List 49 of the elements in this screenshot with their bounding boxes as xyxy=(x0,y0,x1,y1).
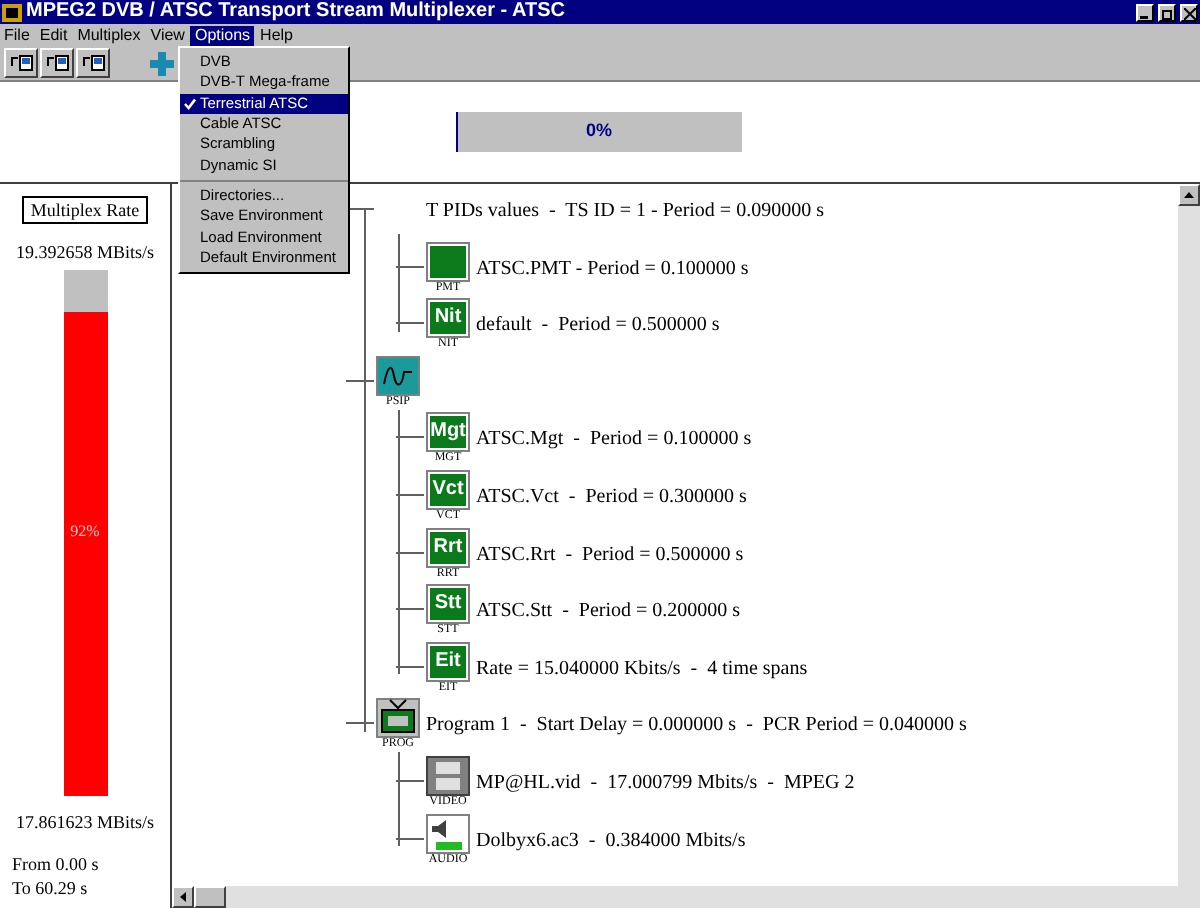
close-icon xyxy=(1183,7,1195,19)
speaker-icon[interactable] xyxy=(426,813,470,854)
tree-node-label[interactable]: T PIDs values - TS ID = 1 - Period = 0.090000 s xyxy=(426,196,824,226)
check-icon xyxy=(184,97,196,110)
minimize-button[interactable] xyxy=(1136,3,1154,21)
panel-title: Multiplex Rate xyxy=(22,196,148,224)
scroll-up-icon[interactable] xyxy=(1178,184,1200,206)
menu-item[interactable]: Help xyxy=(256,25,297,45)
tree-node-label[interactable]: default - Period = 0.500000 s xyxy=(476,310,720,341)
tree-node-label[interactable]: ATSC.Mgt - Period = 0.100000 s xyxy=(476,424,752,455)
film-icon[interactable] xyxy=(426,755,470,796)
tree-node-label[interactable]: Dolbyx6.ac3 - 0.384000 Mbits/s xyxy=(476,825,746,856)
menu-item[interactable]: Multiplex xyxy=(73,25,145,45)
scroll-left-icon[interactable] xyxy=(172,886,194,908)
tree-node-label[interactable]: ATSC.Rrt - Period = 0.500000 s xyxy=(476,539,744,570)
tree-node-label[interactable]: ATSC.PMT - Period = 0.100000 s xyxy=(476,253,749,284)
table-icon[interactable]: Nit xyxy=(426,298,470,339)
restore-button[interactable] xyxy=(1158,3,1176,21)
waveform-icon[interactable] xyxy=(376,355,420,396)
table-icon[interactable] xyxy=(426,241,470,282)
from-time: From 0.00 s xyxy=(12,852,99,876)
table-icon[interactable]: Vct xyxy=(426,469,470,510)
tree-node-label[interactable]: ATSC.Vct - Period = 0.300000 s xyxy=(476,481,747,512)
tree-node-label[interactable]: ATSC.Stt - Period = 0.200000 s xyxy=(476,596,741,627)
horizontal-scrollbar[interactable] xyxy=(172,886,1200,908)
menu-item[interactable]: File xyxy=(0,25,34,45)
close-button[interactable] xyxy=(1180,3,1198,21)
tree-node-label[interactable]: Rate = 15.040000 Kbits/s - 4 time spans xyxy=(476,653,808,684)
scroll-thumb[interactable] xyxy=(194,886,226,908)
menu-item[interactable]: Edit xyxy=(35,25,72,45)
table-icon[interactable]: Mgt xyxy=(426,412,470,453)
tree-node-label[interactable]: Program 1 - Start Delay = 0.000000 s - PCR Period = 0.040000 s xyxy=(426,710,967,741)
to-time: To 60.29 s xyxy=(12,876,90,900)
restore-icon xyxy=(1161,7,1173,19)
menu-item[interactable]: View xyxy=(146,25,189,45)
tree-node-label[interactable]: MP@HL.vid - 17.000799 Mbits/s - MPEG 2 xyxy=(476,767,855,798)
monitor-icon[interactable] xyxy=(376,698,420,739)
table-icon[interactable]: Rrt xyxy=(426,527,470,568)
progress-text: 0% xyxy=(585,118,612,145)
table-icon[interactable]: Stt xyxy=(426,584,470,625)
max-rate: 19.392658 MBits/s xyxy=(15,240,154,266)
min-rate: 17.861623 MBits/s xyxy=(15,809,154,835)
vertical-scrollbar[interactable] xyxy=(1178,184,1200,886)
open-file-icon[interactable] xyxy=(4,48,38,78)
window-title: MPEG2 DVB / ATSC Transport Stream Multiplexer - ATSC xyxy=(26,2,567,22)
menu-item[interactable]: Options xyxy=(190,25,255,45)
rate-percent: 92% xyxy=(70,520,100,544)
table-icon[interactable]: Eit xyxy=(426,641,470,682)
app-icon xyxy=(2,3,22,21)
